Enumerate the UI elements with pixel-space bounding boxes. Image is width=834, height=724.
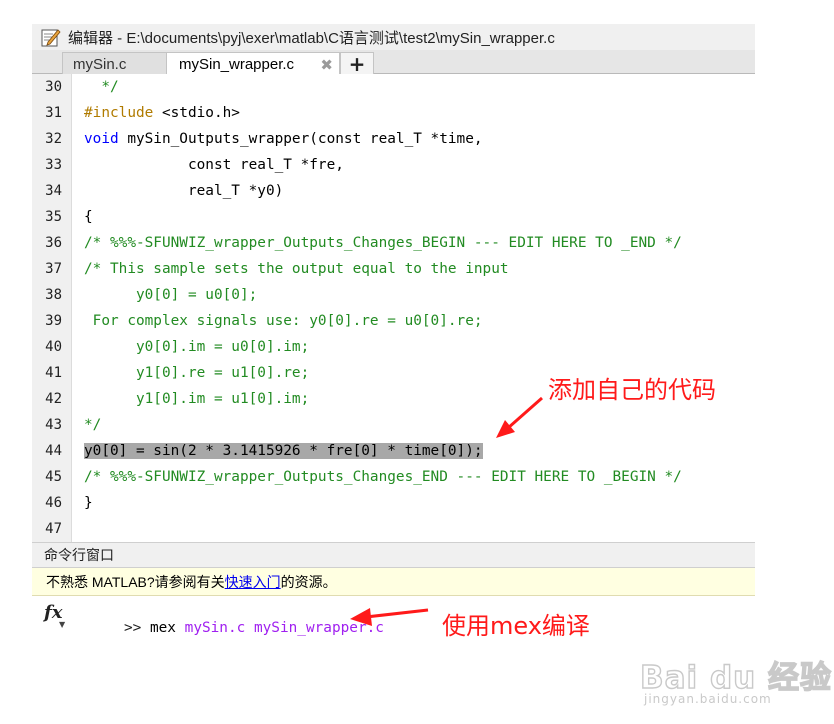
line-number: 35	[45, 209, 62, 225]
code-line[interactable]: 46}	[32, 490, 755, 516]
new-tab-button[interactable]: +	[340, 52, 374, 76]
code-line[interactable]: 34 real_T *y0)	[32, 178, 755, 204]
editor-tab-bar: mySin.c ✖ mySin_wrapper.c ✖ +	[32, 50, 755, 76]
code-line[interactable]: 47	[32, 516, 755, 542]
line-number: 46	[45, 495, 62, 511]
code-line[interactable]: 39 For complex signals use: y0[0].re = u…	[32, 308, 755, 334]
code-line[interactable]: 37 /* This sample sets the output equal t…	[32, 256, 755, 282]
line-code: /* %%%-SFUNWIZ_wrapper_Outputs_Changes_B…	[84, 230, 682, 256]
editor-title: 编辑器 - E:\documents\pyj\exer\matlab\C语言测试…	[68, 29, 555, 47]
code-token: */	[84, 417, 102, 433]
line-code: */	[84, 412, 101, 438]
code-line[interactable]: 32 void mySin_Outputs_wrapper(const real_…	[32, 126, 755, 152]
line-code: y1[0].re = u1[0].re;	[84, 360, 309, 386]
code-token: #include	[84, 105, 154, 121]
code-editor[interactable]: 30 */ 31 #include <stdio.h> 32 void mySin_Ou…	[32, 74, 755, 542]
line-number: 45	[45, 469, 62, 485]
code-line[interactable]: 38 y0[0] = u0[0];	[32, 282, 755, 308]
code-line[interactable]: 33 const real_T *fre,	[32, 152, 755, 178]
annotation-mex-compile: 使用mex编译	[442, 612, 590, 640]
watermark-logo: Bai du 经验	[639, 659, 833, 696]
command-window[interactable]: fx ▼ >> mex mySin.c mySin_wrapper.c	[32, 596, 755, 650]
tab-close-icon[interactable]: ✖	[320, 56, 333, 74]
line-number: 44	[45, 443, 62, 459]
code-line[interactable]: 35 {	[32, 204, 755, 230]
tab-mysin-wrapper-c[interactable]: mySin_wrapper.c ✖	[166, 52, 340, 76]
code-token: y0[0].im = u0[0].im;	[84, 339, 310, 355]
code-line[interactable]: 40 y0[0].im = u0[0].im;	[32, 334, 755, 360]
editor-titlebar: 编辑器 - E:\documents\pyj\exer\matlab\C语言测试…	[32, 24, 755, 50]
matlab-window: 编辑器 - E:\documents\pyj\exer\matlab\C语言测试…	[32, 24, 755, 650]
line-code: {	[84, 204, 93, 230]
command-arg-1: mySin.c	[184, 620, 246, 636]
watermark-url: jingyan.baidu.com	[644, 692, 772, 706]
line-number: 38	[45, 287, 62, 303]
line-code: /* This sample sets the output equal to …	[84, 256, 509, 282]
line-code: const real_T *fre,	[84, 152, 344, 178]
code-line[interactable]: 30 */	[32, 74, 755, 100]
code-token: y1[0].im = u1[0].im;	[84, 391, 310, 407]
code-token: }	[84, 495, 93, 511]
command-arg-2: mySin_wrapper.c	[253, 620, 384, 636]
code-token: */	[84, 79, 119, 95]
code-line[interactable]: 43 */	[32, 412, 755, 438]
line-code: y0[0].im = u0[0].im;	[84, 334, 309, 360]
editor-pencil-icon	[40, 26, 62, 48]
code-line[interactable]: 45 /* %%%-SFUNWIZ_wrapper_Outputs_Changes…	[32, 464, 755, 490]
code-token: real_T *y0)	[84, 183, 284, 199]
line-number: 41	[45, 365, 62, 381]
code-token: void	[84, 131, 119, 147]
line-code: #include <stdio.h>	[84, 100, 240, 126]
tab-label: mySin_wrapper.c	[179, 56, 295, 73]
code-line[interactable]: 31 #include <stdio.h>	[32, 100, 755, 126]
line-code: y0[0] = u0[0];	[84, 282, 257, 308]
command-name: mex	[149, 620, 176, 636]
code-token: /* This sample sets the output equal to …	[84, 261, 509, 277]
code-token: /* %%%-SFUNWIZ_wrapper_Outputs_Changes_E…	[84, 469, 682, 485]
line-number: 39	[45, 313, 62, 329]
code-token: /* %%%-SFUNWIZ_wrapper_Outputs_Changes_B…	[84, 235, 682, 251]
code-token: mySin_Outputs_wrapper(const real_T *time…	[118, 131, 483, 147]
code-line[interactable]: 44 y0[0] = sin(2 * 3.1415926 * fre[0] * t…	[32, 438, 755, 464]
code-token: const real_T *fre,	[84, 157, 344, 173]
line-code: real_T *y0)	[84, 178, 283, 204]
code-token: <stdio.h>	[153, 105, 240, 121]
line-code: void mySin_Outputs_wrapper(const real_T …	[84, 126, 483, 152]
code-token: y0[0] = u0[0];	[84, 287, 258, 303]
line-number: 37	[45, 261, 62, 277]
highlighted-code: y0[0] = sin(2 * 3.1415926 * fre[0] * tim…	[84, 443, 483, 459]
command-window-title: 命令行窗口	[32, 542, 755, 568]
command-prompt: >>	[123, 620, 150, 636]
line-code: y1[0].im = u1[0].im;	[84, 386, 309, 412]
command-line[interactable]: >> mex mySin.c mySin_wrapper.c	[72, 604, 384, 652]
info-text-tail: 的资源。	[280, 574, 337, 590]
function-browser-dropdown-icon[interactable]: ▼	[59, 620, 65, 629]
line-code: y0[0] = sin(2 * 3.1415926 * fre[0] * tim…	[84, 438, 483, 464]
line-number: 36	[45, 235, 62, 251]
baidu-watermark: Bai du 经验 jingyan.baidu.com	[639, 652, 831, 712]
line-number: 33	[45, 157, 62, 173]
line-code: }	[84, 490, 93, 516]
code-token: For complex signals use: y0[0].re = u0[0…	[84, 313, 483, 329]
quick-start-link[interactable]: 快速入门	[225, 574, 281, 590]
line-number: 32	[45, 131, 62, 147]
line-number: 40	[45, 339, 62, 355]
annotation-add-code: 添加自己的代码	[548, 376, 716, 404]
line-number: 31	[45, 105, 62, 121]
command-window-info-bar: 不熟悉 MATLAB?请参阅有关快速入门的资源。	[32, 568, 755, 596]
line-number: 30	[45, 79, 62, 95]
line-code: /* %%%-SFUNWIZ_wrapper_Outputs_Changes_E…	[84, 464, 682, 490]
line-number: 47	[45, 521, 62, 537]
line-code: */	[84, 74, 119, 100]
code-token: y1[0].re = u1[0].re;	[84, 365, 310, 381]
line-number: 42	[45, 391, 62, 407]
line-code: For complex signals use: y0[0].re = u0[0…	[84, 308, 483, 334]
line-number: 34	[45, 183, 62, 199]
code-token: {	[84, 209, 93, 225]
info-text: 不熟悉 MATLAB?请参阅有关	[46, 574, 225, 590]
line-number: 43	[45, 417, 62, 433]
tab-label: mySin.c	[73, 55, 127, 73]
code-line[interactable]: 36 /* %%%-SFUNWIZ_wrapper_Outputs_Changes…	[32, 230, 755, 256]
